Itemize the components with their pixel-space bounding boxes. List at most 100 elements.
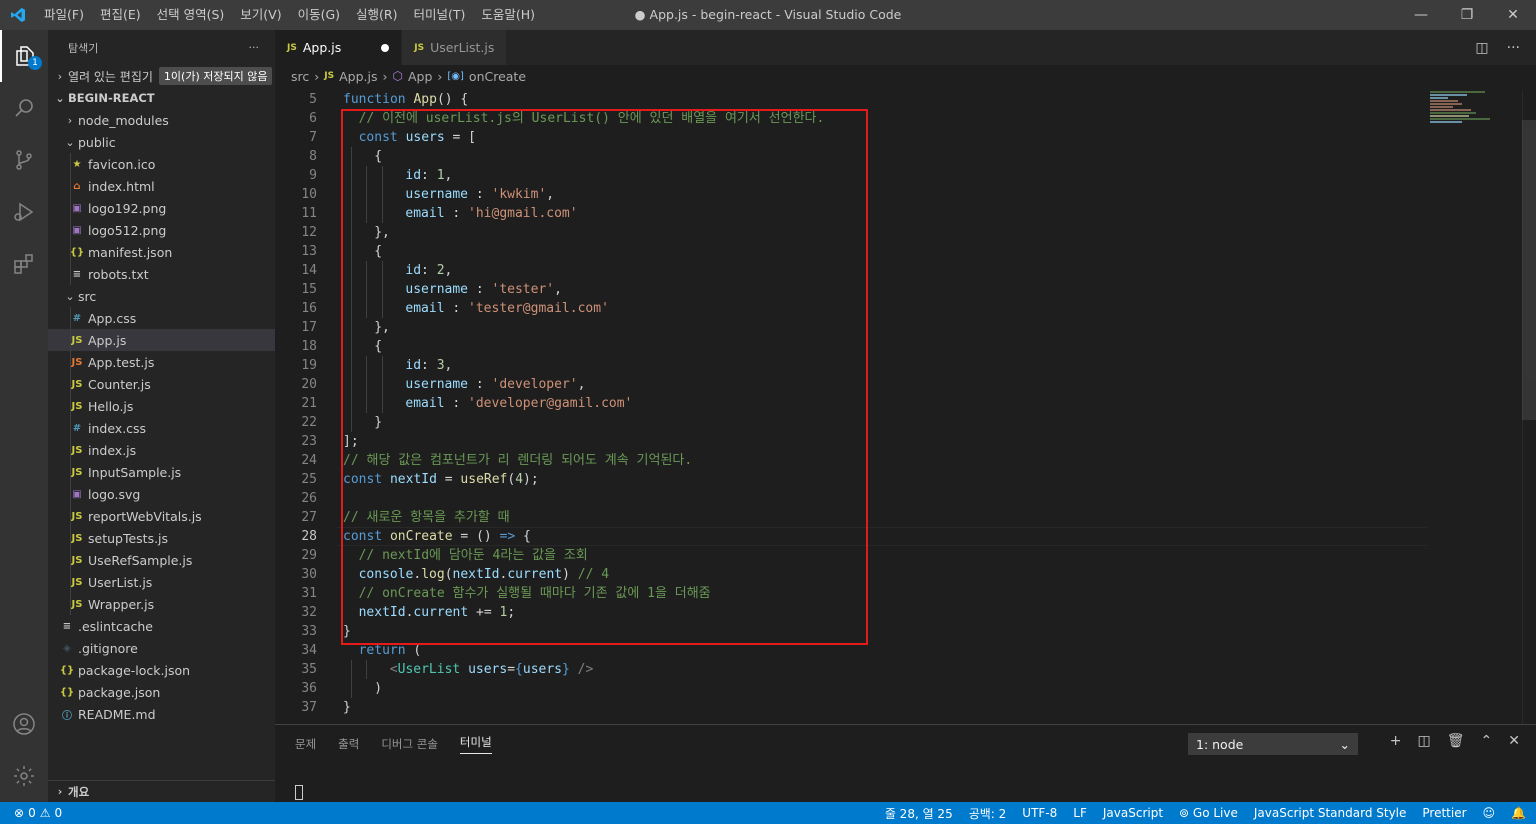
split-terminal-icon[interactable]: ◫ [1418,733,1431,749]
menu-item[interactable]: 도움말(H) [473,0,543,30]
folder-item[interactable]: › node_modules [48,109,275,131]
panel-tab[interactable]: 출력 [338,736,359,752]
open-editors-section[interactable]: › 열려 있는 편집기 1이(가) 저장되지 않음 [48,65,275,87]
file-item[interactable]: {} package.json [48,681,275,703]
file-item[interactable]: JS Counter.js [48,373,275,395]
menu-item[interactable]: 이동(G) [290,0,348,30]
encoding[interactable]: UTF-8 [1022,806,1057,820]
file-item[interactable]: JS Wrapper.js [48,593,275,615]
search-icon[interactable] [0,82,48,134]
file-item[interactable]: ⌂ index.html [48,175,275,197]
tree-item-label: src [78,288,97,304]
file-item[interactable]: ⓘ README.md [48,703,275,725]
scrollbar-thumb[interactable] [1522,120,1536,420]
line-number: 9 [309,168,317,183]
explorer-icon[interactable]: 1 [0,30,48,82]
outline-section[interactable]: › 개요 [48,780,275,802]
code-token: App [413,92,437,107]
file-item[interactable]: {} manifest.json [48,241,275,263]
file-item[interactable]: JS InputSample.js [48,461,275,483]
file-item[interactable]: ★ favicon.ico [48,153,275,175]
code-token: } [343,700,351,715]
menu-item[interactable]: 편집(E) [92,0,149,30]
outline-label: 개요 [68,784,90,799]
language-mode[interactable]: JavaScript [1103,806,1163,820]
panel-tab[interactable]: 디버그 콘솔 [381,736,438,752]
source-control-icon[interactable] [0,134,48,186]
more-actions-icon[interactable]: ··· [1507,40,1520,56]
file-item[interactable]: JS UserList.js [48,571,275,593]
new-terminal-icon[interactable]: + [1390,733,1402,749]
file-item[interactable]: ≡ robots.txt [48,263,275,285]
indent-guide [70,175,71,197]
go-live-button[interactable]: ⊚ Go Live [1179,806,1238,820]
code-token: UserList [397,662,461,677]
file-item[interactable]: ▣ logo512.png [48,219,275,241]
cursor-position[interactable]: 줄 28, 열 25 [885,805,953,822]
close-button[interactable]: ✕ [1490,0,1536,30]
breadcrumb-component[interactable]: App [408,69,432,84]
menu-item[interactable]: 선택 영역(S) [149,0,233,30]
indentation[interactable]: 공백: 2 [969,805,1007,822]
file-item[interactable]: JS index.js [48,439,275,461]
menu-item[interactable]: 파일(F) [36,0,92,30]
terminal-cursor[interactable] [295,785,303,800]
minimap[interactable] [1430,90,1522,170]
bottom-panel: 문제 출력 디버그 콘솔 터미널 1: node ⌄ + ◫ 🗑 ⌃ ✕ [275,724,1536,802]
menu-item[interactable]: 터미널(T) [406,0,474,30]
feedback-icon[interactable]: ☺ [1483,806,1496,820]
trash-icon[interactable]: 🗑 [1447,733,1465,749]
breadcrumb-folder[interactable]: src [291,69,309,84]
restore-button[interactable]: ❐ [1444,0,1490,30]
settings-gear-icon[interactable] [0,750,48,802]
panel-tab[interactable]: 문제 [295,736,316,752]
breadcrumb-symbol[interactable]: onCreate [469,69,526,84]
notifications-bell-icon[interactable]: 🔔 [1511,806,1526,820]
line-number: 5 [309,92,317,107]
line-number: 15 [301,282,317,297]
close-panel-icon[interactable]: ✕ [1508,733,1520,749]
code-style[interactable]: JavaScript Standard Style [1254,806,1407,820]
run-debug-icon[interactable] [0,186,48,238]
file-item[interactable]: JS UseRefSample.js [48,549,275,571]
chevron-down-icon: ⌄ [65,135,75,149]
unsaved-dot-icon[interactable] [381,43,390,52]
vertical-scrollbar[interactable] [1522,90,1536,724]
file-item[interactable]: JS reportWebVitals.js [48,505,275,527]
accounts-icon[interactable] [0,698,48,750]
end-of-line[interactable]: LF [1073,806,1087,820]
more-actions-icon[interactable]: ··· [249,41,260,54]
indent-guide [70,483,71,505]
problems-indicator[interactable]: ⊗ 0 ⚠ 0 [0,806,62,820]
minimize-button[interactable]: — [1398,0,1444,30]
tab-userlist-js[interactable]: JS UserList.js [402,30,508,65]
terminal-select[interactable]: 1: node ⌄ [1188,733,1358,755]
file-item[interactable]: JS setupTests.js [48,527,275,549]
tab-app-js[interactable]: JS App.js [275,30,403,65]
file-item[interactable]: # App.css [48,307,275,329]
panel-tab[interactable]: 터미널 [459,734,492,754]
file-item[interactable]: ▣ logo192.png [48,197,275,219]
extensions-icon[interactable] [0,238,48,290]
code-editor[interactable]: 5 function App() {6// 이전에 userList.js의 Us… [275,90,1536,724]
file-item[interactable]: JS App.js [48,329,275,351]
project-section[interactable]: ⌄ BEGIN-REACT [48,87,275,109]
folder-item[interactable]: ⌄ src [48,285,275,307]
split-editor-icon[interactable]: ◫ [1475,40,1488,56]
tree-item-label: robots.txt [88,266,149,282]
file-item[interactable]: ≡ .eslintcache [48,615,275,637]
file-item[interactable]: ▣ logo.svg [48,483,275,505]
formatter[interactable]: Prettier [1422,806,1466,820]
menu-item[interactable]: 실행(R) [348,0,405,30]
maximize-panel-icon[interactable]: ⌃ [1481,733,1493,749]
file-item[interactable]: ◈ .gitignore [48,637,275,659]
tree-item-label: .gitignore [78,640,138,656]
menu-item[interactable]: 보기(V) [232,0,289,30]
file-item[interactable]: # index.css [48,417,275,439]
file-item[interactable]: JS Hello.js [48,395,275,417]
file-item[interactable]: JS App.test.js [48,351,275,373]
folder-item[interactable]: ⌄ public [48,131,275,153]
breadcrumb-file[interactable]: App.js [339,69,377,84]
file-item[interactable]: {} package-lock.json [48,659,275,681]
line-number: 11 [301,206,317,221]
